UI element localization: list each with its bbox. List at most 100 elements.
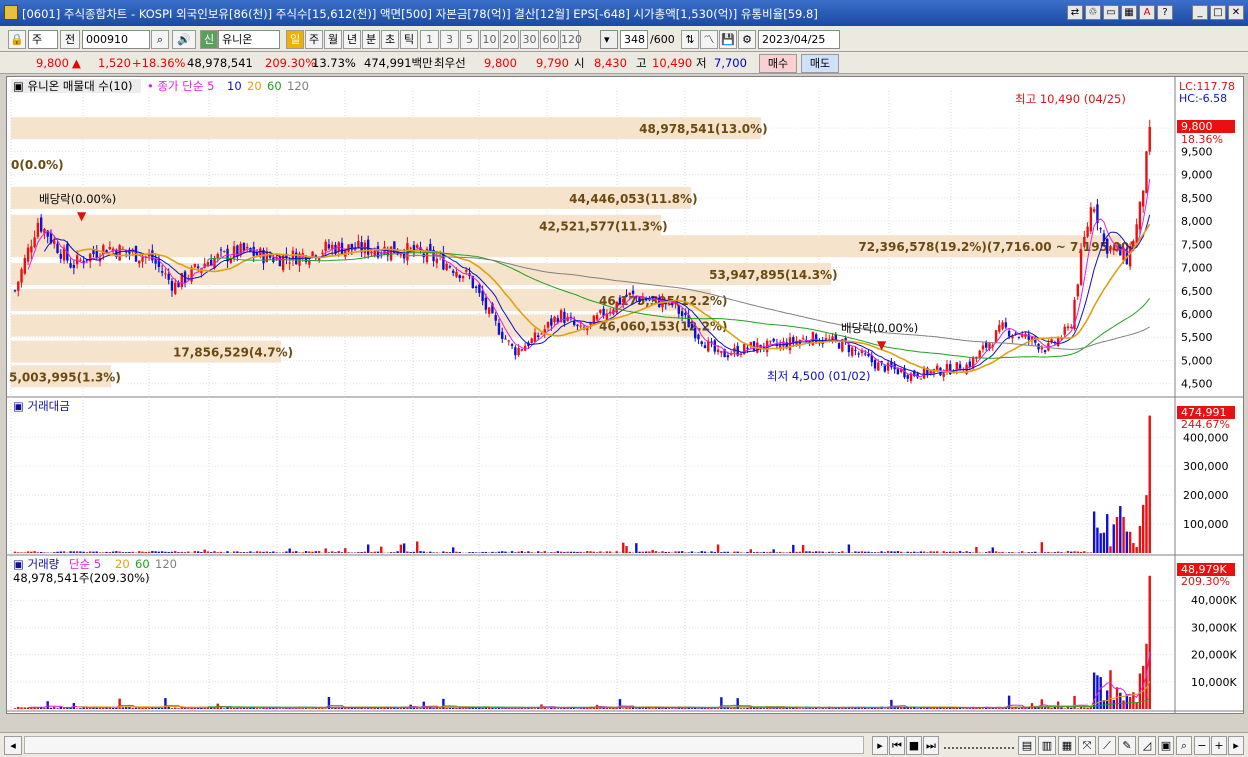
period-1[interactable]: 주: [305, 30, 323, 49]
amount-bar: [537, 551, 540, 553]
amount-bar: [121, 552, 125, 553]
amount-bar: [429, 551, 432, 553]
candle-body: [1043, 350, 1047, 352]
amount-bar: [376, 551, 380, 553]
grid-icon[interactable]: ▦: [1121, 5, 1137, 20]
amount-bar: [275, 552, 278, 553]
candle-body: [347, 244, 350, 252]
amount-bar: [772, 549, 775, 553]
period-2[interactable]: 월: [324, 30, 342, 49]
volume-bar: [824, 708, 828, 709]
chart-canvas[interactable]: 4,500 5,000 5,500 6,000 6,500 7,000 7,500 8,000…: [7, 77, 1244, 714]
maximize-icon[interactable]: □: [1210, 5, 1226, 20]
minimize-icon[interactable]: _: [1192, 5, 1208, 20]
buy-button[interactable]: 매수: [759, 54, 797, 73]
volume-bar: [1135, 702, 1138, 709]
window-icon[interactable]: ▭: [1103, 5, 1119, 20]
panel-icon[interactable]: ▥: [1038, 736, 1056, 755]
period-5[interactable]: 초: [381, 30, 399, 49]
cross-icon[interactable]: ⤧: [1078, 736, 1096, 755]
save-icon[interactable]: 💾: [719, 30, 737, 49]
shape-icon[interactable]: ◿: [1138, 736, 1156, 755]
speed-slider[interactable]: [944, 741, 1014, 749]
share-icon[interactable]: ♲: [1085, 5, 1101, 20]
candle-body: [458, 275, 461, 279]
volume-bar: [167, 706, 170, 709]
amount-bar: [445, 551, 448, 553]
font-icon[interactable]: A: [1139, 5, 1155, 20]
lock-icon[interactable]: 🔒: [8, 30, 26, 49]
amount-bar: [605, 551, 609, 553]
volume-bar: [170, 708, 174, 709]
scroll-left-icon[interactable]: ◂: [4, 736, 22, 755]
draw-icon[interactable]: ✎: [1118, 736, 1136, 755]
price-tick: 9,500: [1181, 145, 1213, 158]
search-icon[interactable]: ⌕: [151, 30, 169, 49]
chart-icon[interactable]: 〽: [700, 30, 718, 49]
scroll-right-icon[interactable]: ▸: [1228, 736, 1244, 755]
interval-120[interactable]: 120: [560, 30, 582, 49]
amount-bar: [82, 551, 85, 553]
stop-icon[interactable]: ■: [906, 736, 922, 755]
volume-bar: [746, 708, 749, 709]
interval-3[interactable]: 3: [440, 30, 459, 49]
scrollbar-track[interactable]: [24, 736, 864, 754]
amount-bar: [219, 551, 223, 553]
interval-1[interactable]: 1: [420, 30, 439, 49]
code-input[interactable]: 000910: [82, 30, 150, 49]
layout-icon[interactable]: ▤: [1018, 736, 1036, 755]
close-icon[interactable]: ✕: [1228, 5, 1244, 20]
candle-body: [494, 315, 497, 321]
price-tick: 5,500: [1181, 331, 1213, 344]
candle-body: [514, 347, 517, 356]
interval-20[interactable]: 20: [500, 30, 519, 49]
interval-10[interactable]: 10: [480, 30, 499, 49]
candle-body: [1076, 284, 1079, 297]
count-input[interactable]: 348: [620, 30, 648, 49]
line-tool-icon[interactable]: ⟋: [1098, 736, 1116, 755]
candle-body: [1083, 236, 1086, 247]
settings-icon[interactable]: ⚙: [738, 30, 756, 49]
amount-bar: [968, 551, 972, 553]
price-tick: 4,500: [1181, 378, 1213, 391]
date-input[interactable]: 2023/04/25: [758, 30, 840, 49]
period-3[interactable]: 년: [343, 30, 361, 49]
amount-bar: [59, 551, 62, 553]
interval-60[interactable]: 60: [540, 30, 559, 49]
zoom-out-icon[interactable]: −: [1194, 736, 1210, 755]
period-0[interactable]: 일: [286, 30, 304, 49]
price-tick: 9,000: [1181, 169, 1213, 182]
period-6[interactable]: 틱: [400, 30, 418, 49]
zoom-icon[interactable]: ⌕: [1176, 736, 1192, 755]
candle-body: [308, 260, 311, 265]
rewind-icon[interactable]: ⏮: [889, 736, 905, 755]
stock-name[interactable]: 유니온: [218, 30, 280, 49]
forward-icon[interactable]: ⏭: [923, 736, 939, 755]
hc-label: HC:-6.58: [1179, 92, 1227, 105]
amount-bar: [775, 552, 779, 553]
prev-button[interactable]: 전: [60, 30, 80, 49]
sell-button[interactable]: 매도: [801, 54, 839, 73]
volume-bar: [376, 707, 380, 709]
amount-bar: [811, 551, 815, 553]
period-4[interactable]: 분: [362, 30, 380, 49]
box-icon[interactable]: ▣: [1158, 736, 1174, 755]
amount-bar: [39, 551, 43, 553]
split-icon[interactable]: ▦: [1058, 736, 1076, 755]
interval-dropdown[interactable]: ▾: [600, 30, 618, 49]
help-icon[interactable]: ?: [1157, 5, 1173, 20]
candle-body: [700, 341, 703, 345]
amount-bar: [213, 551, 216, 553]
speaker-icon[interactable]: 🔊: [172, 30, 196, 49]
zoom-in-icon[interactable]: +: [1211, 736, 1227, 755]
link-icon[interactable]: ⇄: [1067, 5, 1083, 20]
amount-bar: [608, 551, 612, 553]
volume-bar: [1115, 687, 1119, 709]
arrows-icon[interactable]: ⇅: [681, 30, 699, 49]
chart-area[interactable]: 4,500 5,000 5,500 6,000 6,500 7,000 7,500 8,000…: [6, 76, 1244, 714]
interval-5[interactable]: 5: [460, 30, 479, 49]
interval-30[interactable]: 30: [520, 30, 539, 49]
market-select[interactable]: 주: [28, 30, 58, 49]
amount-bar: [1083, 551, 1086, 553]
next-icon[interactable]: ▸: [872, 736, 888, 755]
